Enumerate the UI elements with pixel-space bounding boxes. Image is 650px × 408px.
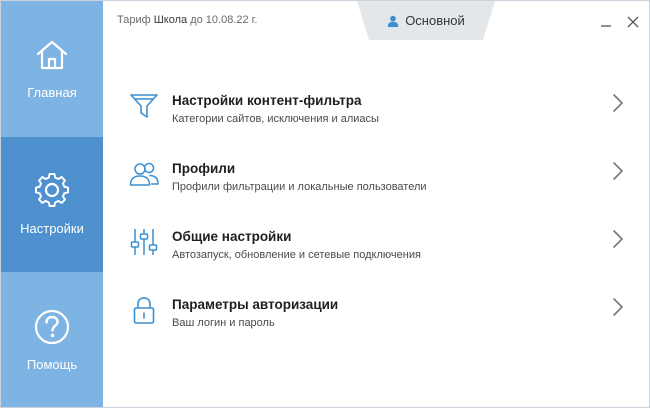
help-icon bbox=[34, 309, 70, 345]
menu-item-title: Параметры авторизации bbox=[172, 297, 339, 312]
sidebar-item-label: Главная bbox=[27, 85, 77, 100]
gear-icon bbox=[35, 173, 69, 207]
tariff-until: до 10.08.22 г. bbox=[190, 14, 258, 26]
profile-name: Основной bbox=[405, 13, 465, 28]
app-window: Главная Настройки Помощь Тариф Школа до … bbox=[0, 0, 650, 408]
menu-item-profiles[interactable]: Профили Профили фильтрации и локальные п… bbox=[103, 153, 649, 213]
menu-item-authorization[interactable]: Параметры авторизации Ваш логин и пароль bbox=[103, 289, 649, 349]
chevron-right-icon bbox=[613, 230, 623, 248]
sidebar-item-settings[interactable]: Настройки bbox=[1, 137, 103, 272]
tariff-prefix: Тариф bbox=[117, 14, 151, 26]
menu-item-subtitle: Категории сайтов, исключения и алиасы bbox=[172, 113, 379, 125]
sidebar: Главная Настройки Помощь bbox=[1, 1, 103, 407]
sliders-icon bbox=[130, 229, 158, 255]
sidebar-item-label: Настройки bbox=[20, 221, 84, 236]
menu-item-title: Профили bbox=[172, 161, 236, 176]
menu-item-title: Общие настройки bbox=[172, 229, 292, 244]
home-icon bbox=[36, 40, 68, 70]
profile-selector[interactable]: Основной bbox=[357, 1, 495, 40]
user-icon bbox=[387, 15, 399, 27]
menu-item-content-filter[interactable]: Настройки контент-фильтра Категории сайт… bbox=[103, 85, 649, 145]
close-icon[interactable] bbox=[626, 15, 640, 29]
lock-icon bbox=[133, 297, 155, 324]
users-icon bbox=[129, 162, 159, 186]
chevron-right-icon bbox=[613, 94, 623, 112]
sidebar-item-home[interactable]: Главная bbox=[1, 1, 103, 136]
header: Тариф Школа до 10.08.22 г. Основной bbox=[103, 1, 649, 41]
sidebar-item-label: Помощь bbox=[26, 357, 78, 372]
tariff-name: Школа bbox=[153, 14, 188, 26]
menu-item-general-settings[interactable]: Общие настройки Автозапуск, обновление и… bbox=[103, 221, 649, 281]
minimize-icon[interactable] bbox=[599, 15, 613, 29]
menu-item-title: Настройки контент-фильтра bbox=[172, 93, 362, 108]
menu-item-subtitle: Ваш логин и пароль bbox=[172, 317, 275, 329]
profile-tab-content: Основной bbox=[357, 1, 495, 40]
filter-icon bbox=[130, 94, 158, 118]
sidebar-item-help[interactable]: Помощь bbox=[1, 273, 103, 407]
chevron-right-icon bbox=[613, 162, 623, 180]
menu-item-subtitle: Профили фильтрации и локальные пользоват… bbox=[172, 181, 427, 193]
chevron-right-icon bbox=[613, 298, 623, 316]
tariff-info: Тариф Школа до 10.08.22 г. bbox=[117, 14, 257, 26]
menu-item-subtitle: Автозапуск, обновление и сетевые подключ… bbox=[172, 249, 421, 261]
